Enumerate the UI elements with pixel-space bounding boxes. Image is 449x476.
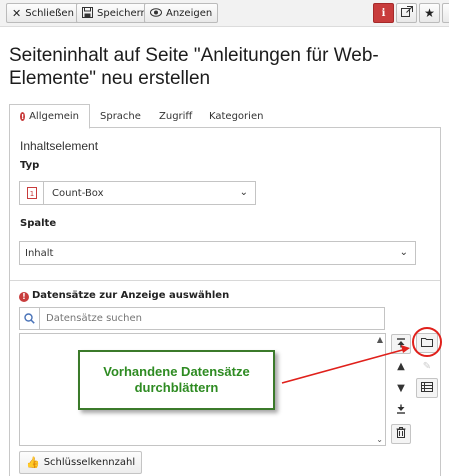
annotation-arrow — [281, 348, 407, 384]
key-figure-label: Schlüsselkennzahl — [43, 457, 136, 468]
annotation-callout: Vorhandene Datensätze durchblättern — [78, 350, 275, 410]
key-figure-button[interactable]: 👍 Schlüsselkennzahl — [19, 451, 143, 474]
highlight-circle — [412, 327, 442, 357]
annotation-arrowhead — [401, 345, 410, 353]
thumbs-up-icon: 👍 — [26, 456, 40, 469]
